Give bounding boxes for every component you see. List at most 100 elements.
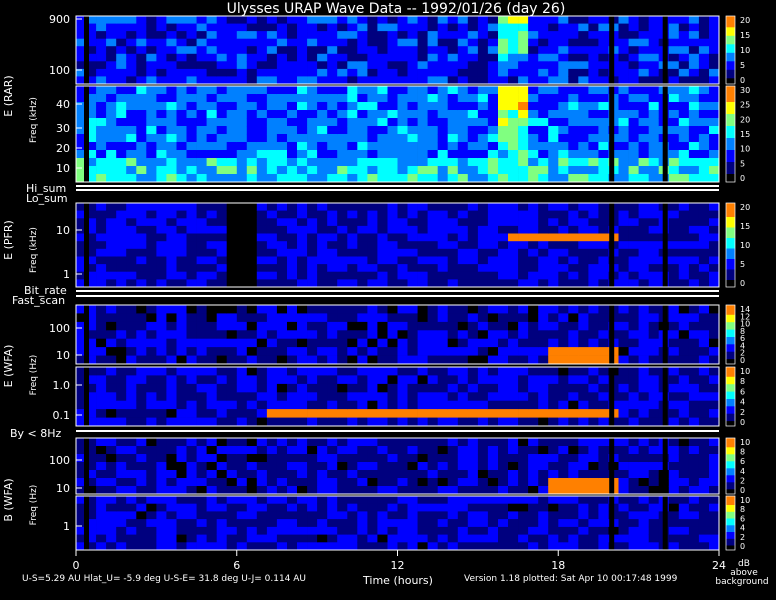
- heatmap-cell: [437, 526, 449, 535]
- heatmap-cell: [287, 417, 298, 427]
- heatmap-cell: [116, 256, 127, 265]
- heatmap-cell: [276, 313, 288, 323]
- heatmap-cell: [397, 271, 408, 280]
- heatmap-cell: [508, 542, 519, 551]
- heatmap-cell: [538, 76, 549, 85]
- heatmap-cell: [357, 454, 368, 463]
- heatmap-cell: [186, 400, 197, 410]
- heatmap-cell: [287, 478, 298, 487]
- heatmap-cell: [528, 503, 539, 512]
- heatmap-cell: [538, 486, 549, 495]
- heatmap-cell: [236, 218, 248, 227]
- heatmap-cell: [437, 210, 449, 219]
- heatmap-cell: [568, 68, 579, 77]
- heatmap-cell: [297, 233, 308, 242]
- heatmap-cell: [327, 519, 338, 528]
- colorbar-tick-label: 10: [740, 145, 750, 154]
- heatmap-cell: [387, 470, 398, 479]
- heatmap-cell: [578, 53, 589, 62]
- colorbar-segment: [726, 162, 735, 167]
- heatmap-cell: [578, 355, 589, 365]
- heatmap-cell: [678, 68, 690, 77]
- heatmap-cell: [457, 248, 469, 257]
- heatmap-cell: [126, 134, 137, 143]
- heatmap-cell: [447, 86, 459, 95]
- heatmap-cell: [457, 438, 469, 447]
- heatmap-cell: [477, 313, 489, 323]
- heatmap-cell: [568, 150, 579, 159]
- heatmap-cell: [678, 438, 690, 447]
- heatmap-cell: [176, 142, 187, 151]
- heatmap-cell: [347, 392, 358, 402]
- heatmap-cell: [367, 241, 378, 250]
- heatmap-cell: [196, 166, 207, 175]
- heatmap-cell: [588, 68, 599, 77]
- heatmap-cell: [106, 503, 117, 512]
- heatmap-cell: [337, 279, 348, 288]
- heatmap-cell: [407, 400, 418, 410]
- colorbar-segment: [726, 94, 735, 99]
- heatmap-cell: [508, 409, 519, 418]
- heatmap-cell: [256, 53, 268, 62]
- heatmap-cell: [698, 367, 710, 376]
- heatmap-cell: [176, 496, 187, 505]
- heatmap-cell: [538, 158, 549, 167]
- heatmap-cell: [287, 347, 298, 356]
- heatmap-cell: [558, 446, 569, 455]
- heatmap-cell: [297, 174, 308, 183]
- heatmap-cell: [166, 470, 177, 479]
- heatmap-cell: [688, 264, 700, 273]
- fast-scan-label: Fast_scan: [12, 294, 65, 307]
- heatmap-cell: [216, 470, 228, 479]
- heatmap-cell: [698, 375, 710, 385]
- heatmap-cell: [508, 68, 519, 77]
- heatmap-cell: [317, 16, 328, 24]
- heatmap-cell: [558, 126, 569, 135]
- heatmap-cell: [196, 271, 207, 280]
- heatmap-cell: [618, 76, 629, 85]
- heatmap-cell: [216, 110, 228, 119]
- heatmap-cell: [598, 256, 609, 265]
- heatmap-cell: [518, 241, 529, 250]
- colorbar-segment: [726, 440, 735, 444]
- heatmap-cell: [136, 470, 147, 479]
- heatmap-cell: [588, 519, 599, 528]
- heatmap-cell: [457, 86, 469, 95]
- heatmap-cell: [387, 218, 398, 227]
- heatmap-cell: [146, 454, 157, 463]
- heatmap-cell: [437, 271, 449, 280]
- heatmap-cell: [126, 400, 137, 410]
- heatmap-cell: [246, 392, 258, 402]
- heatmap-cell: [427, 454, 438, 463]
- heatmap-cell: [297, 355, 308, 365]
- heatmap-cell: [397, 86, 408, 95]
- heatmap-cell: [236, 496, 248, 505]
- heatmap-cell: [457, 519, 469, 528]
- heatmap-cell: [588, 218, 599, 227]
- heatmap-cell: [287, 400, 298, 410]
- heatmap-cell: [407, 68, 418, 77]
- heatmap-cell: [447, 313, 459, 323]
- heatmap-cell: [276, 355, 288, 365]
- heatmap-cell: [528, 417, 539, 427]
- heatmap-cell: [578, 400, 589, 410]
- heatmap-cell: [698, 76, 710, 85]
- y-tick-label: 10: [56, 162, 70, 175]
- heatmap-cell: [668, 31, 680, 40]
- heatmap-cell: [518, 233, 529, 242]
- heatmap-cell: [136, 417, 147, 427]
- heatmap-cell: [246, 210, 258, 219]
- heatmap-cell: [538, 383, 549, 393]
- heatmap-cell: [226, 174, 238, 183]
- heatmap-cell: [568, 241, 579, 250]
- heatmap-cell: [427, 534, 438, 543]
- heatmap-cell: [347, 166, 358, 175]
- heatmap-cell: [106, 256, 117, 265]
- heatmap-cell: [498, 438, 509, 447]
- heatmap-cell: [578, 446, 589, 455]
- heatmap-cell: [407, 61, 418, 70]
- heatmap-cell: [136, 23, 147, 32]
- heatmap-cell: [648, 392, 660, 402]
- heatmap-cell: [236, 383, 248, 393]
- heatmap-cell: [186, 454, 197, 463]
